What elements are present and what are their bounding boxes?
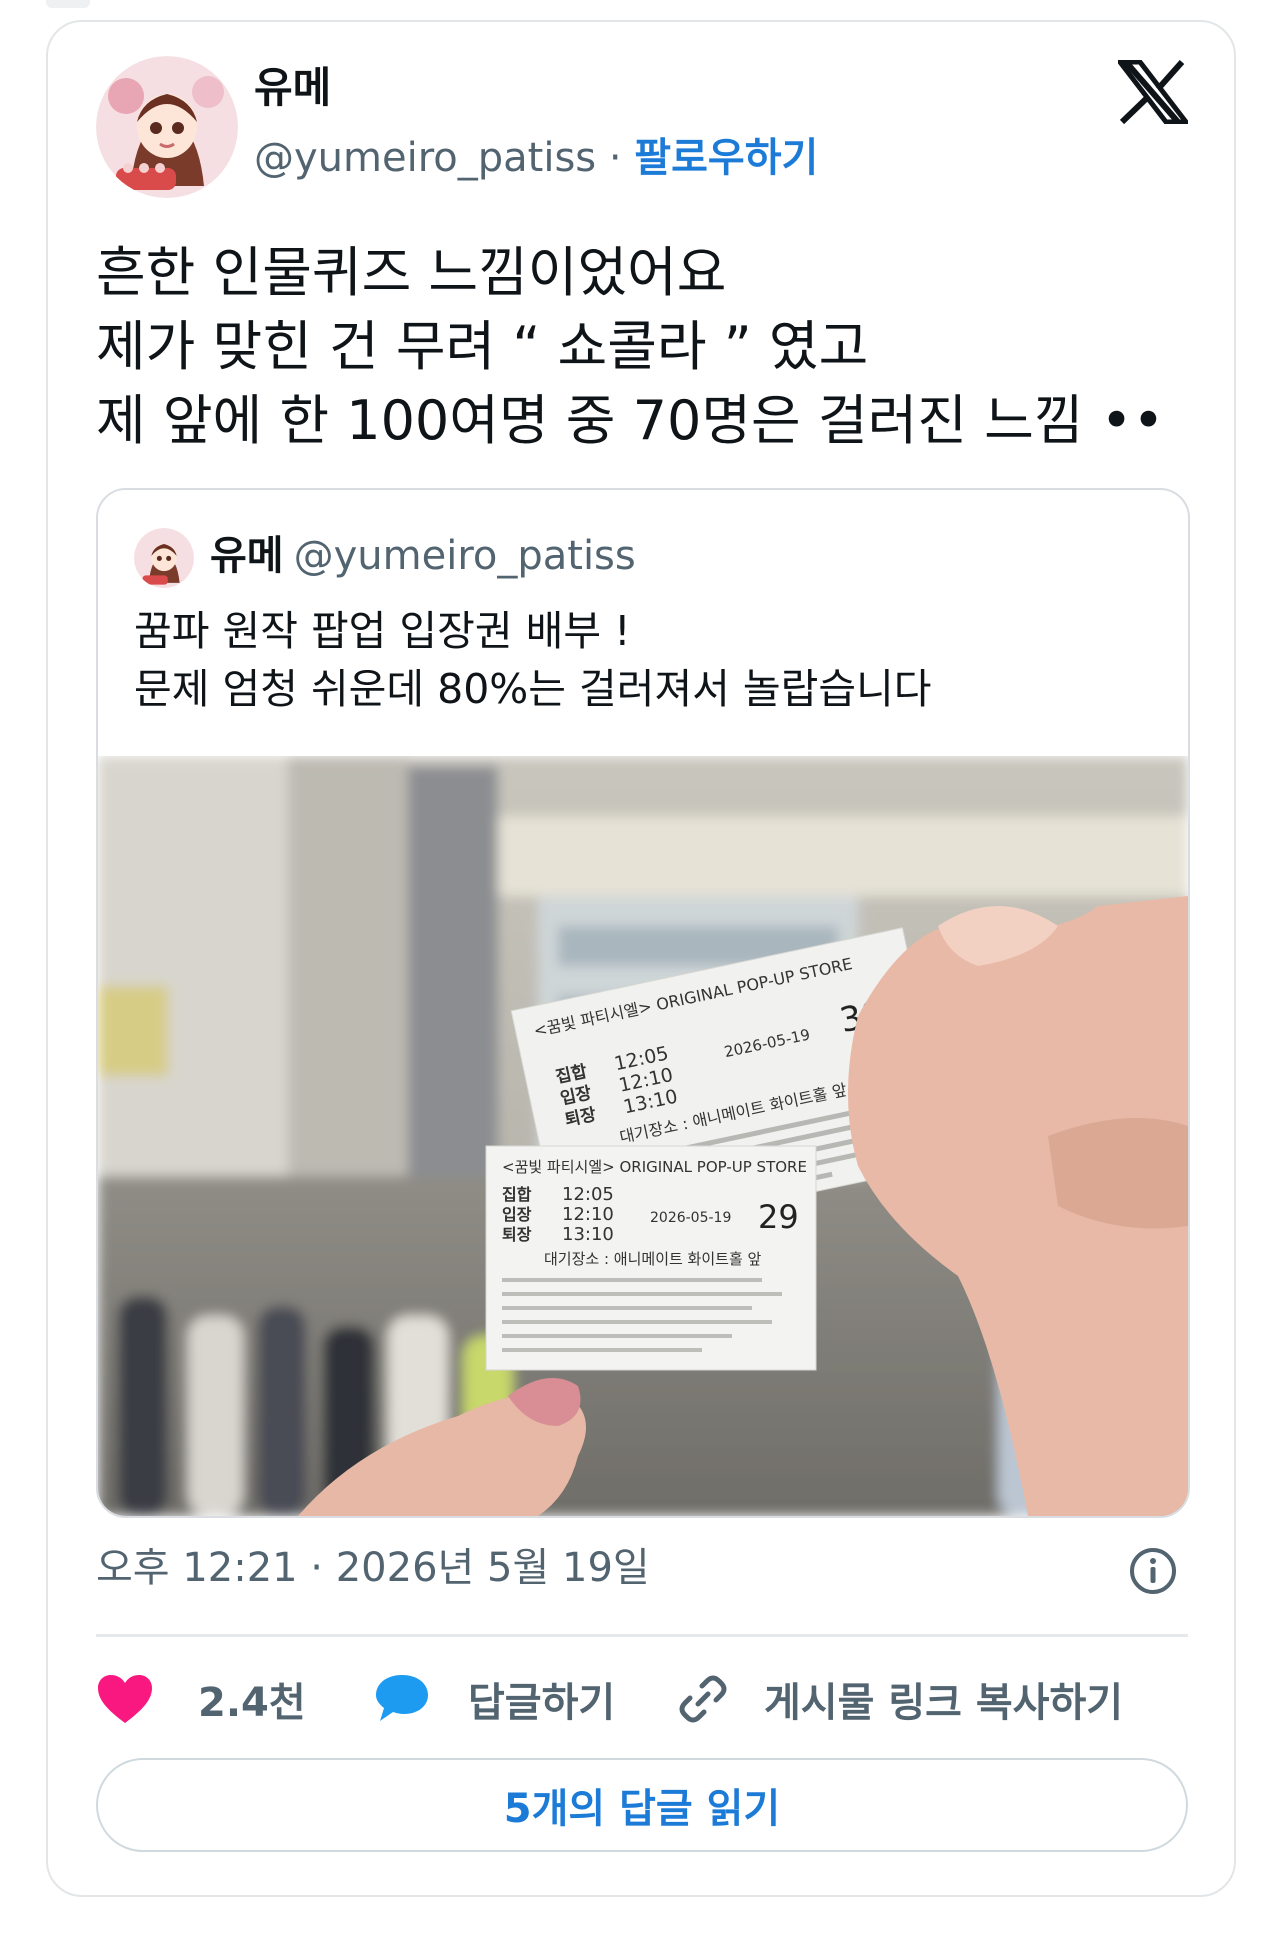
copy-link-button[interactable]: 게시물 링크 복사하기 <box>676 1664 1123 1734</box>
like-button[interactable]: 2.4천 <box>96 1664 306 1734</box>
author-handle[interactable]: @yumeiro_patiss <box>254 135 596 181</box>
ticket-bottom-row3-time: 13:10 <box>562 1224 614 1245</box>
speech-bubble-icon <box>374 1671 430 1727</box>
quoted-author-avatar[interactable] <box>134 528 194 588</box>
divider <box>96 1634 1188 1637</box>
reply-label: 답글하기 <box>468 1680 616 1726</box>
follow-button[interactable]: 팔로우하기 <box>634 135 818 181</box>
copy-link-label: 게시물 링크 복사하기 <box>764 1680 1124 1726</box>
heart-icon <box>96 1673 154 1725</box>
link-icon <box>676 1672 730 1726</box>
action-bar: 2.4천 답글하기 게시물 링크 복사하기 <box>0 1664 1264 1734</box>
ticket-bottom-row1-time: 12:05 <box>562 1184 614 1205</box>
quoted-tweet-photo[interactable]: <꿈빛 파티시엘> ORIGINAL POP-UP STORE 집합 입장 퇴장… <box>98 756 1188 1516</box>
meta-separator: · <box>608 135 622 181</box>
reply-button[interactable]: 답글하기 <box>374 1664 615 1734</box>
tweet-text: 흔한 인물퀴즈 느낌이었어요 제가 맞힌 건 무려 “ 쇼콜라 ” 였고 제 앞… <box>96 241 1165 452</box>
quoted-author-name[interactable]: 유메 <box>210 533 284 579</box>
author-name[interactable]: 유메 <box>254 62 331 114</box>
ticket-bottom-date: 2026-05-19 <box>650 1210 731 1226</box>
quoted-author: 유메 @yumeiro_patiss <box>210 530 636 582</box>
ticket-bottom-row1-label: 집합 <box>502 1185 532 1204</box>
quoted-tweet-text: 꿈파 원작 팝업 입장권 배부 ! 문제 엄청 쉬운데 80%는 걸러져서 놀랍… <box>134 607 932 713</box>
ticket-bottom-waiting: 대기장소 : 애니메이트 화이트홀 앞 <box>544 1250 762 1268</box>
info-icon[interactable] <box>1128 1546 1178 1596</box>
author-avatar[interactable] <box>96 56 238 198</box>
author-meta: @yumeiro_patiss · 팔로우하기 <box>254 132 818 184</box>
ticket-bottom-row3-label: 퇴장 <box>502 1225 532 1244</box>
read-replies-button[interactable]: 5개의 답글 읽기 <box>96 1758 1188 1852</box>
tweet-timestamp[interactable]: 오후 12:21 · 2026년 5월 19일 <box>96 1542 650 1594</box>
top-edge-tab <box>46 0 90 8</box>
ticket-bottom-header: <꿈빛 파티시엘> ORIGINAL POP-UP STORE <box>502 1158 807 1176</box>
quoted-author-handle[interactable]: @yumeiro_patiss <box>294 533 636 579</box>
likes-count: 2.4천 <box>198 1680 306 1726</box>
quoted-tweet[interactable]: 유메 @yumeiro_patiss 꿈파 원작 팝업 입장권 배부 ! 문제 엄… <box>96 488 1190 1518</box>
ticket-bottom-row2-time: 12:10 <box>562 1204 614 1225</box>
ticket-bottom-row2-label: 입장 <box>502 1205 532 1224</box>
x-logo-icon[interactable] <box>1114 59 1192 125</box>
ticket-bottom-number: 29 <box>758 1198 799 1236</box>
